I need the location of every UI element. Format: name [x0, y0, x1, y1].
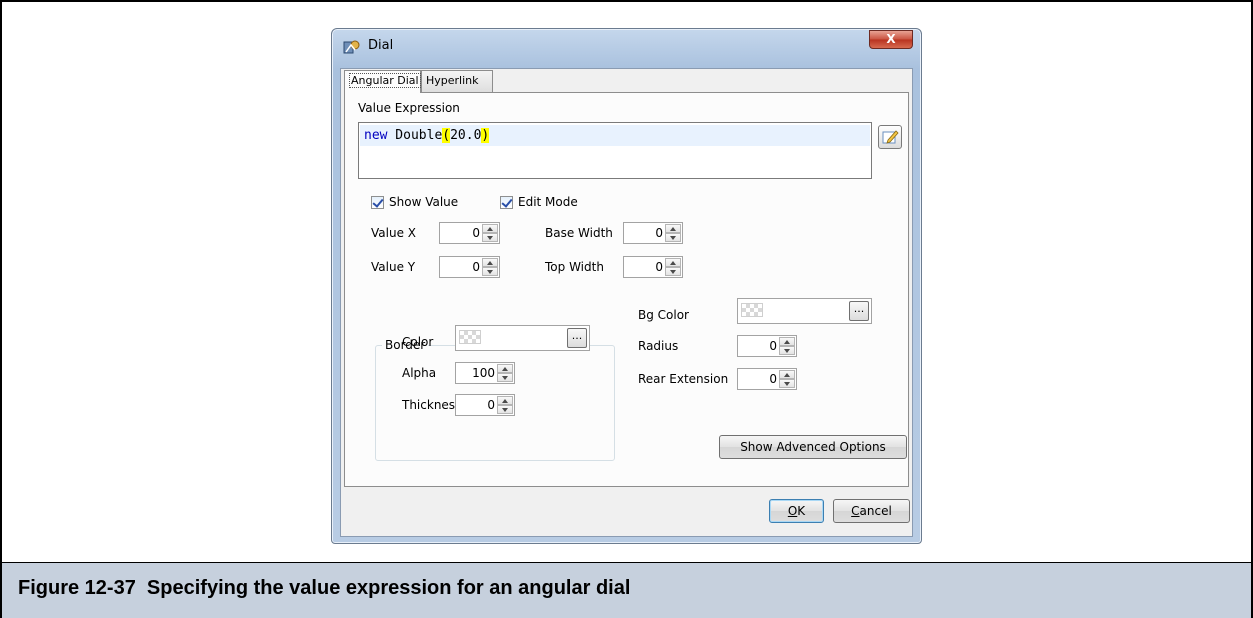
tab-angular-dial[interactable]: Angular Dial [344, 70, 421, 93]
close-icon: X [886, 32, 896, 46]
dial-app-icon [343, 40, 360, 54]
ok-label: K [797, 504, 806, 518]
bg-color-browse-button[interactable]: ... [849, 301, 869, 321]
ok-button[interactable]: OK [769, 499, 824, 523]
bg-color-label: Bg Color [638, 308, 689, 322]
cancel-button[interactable]: Cancel [833, 499, 910, 523]
radius-value: 0 [769, 339, 777, 353]
rear-extension-label: Rear Extension [638, 372, 729, 386]
spin-down-icon[interactable] [497, 373, 513, 382]
cancel-label: ancel [859, 504, 892, 518]
expression-line: new Double(20.0) [360, 125, 870, 146]
thickness-spinner[interactable]: 0 [455, 394, 515, 416]
top-width-spinner[interactable]: 0 [623, 256, 683, 278]
value-y-spinner[interactable]: 0 [439, 256, 500, 278]
value-x-spinner[interactable]: 0 [439, 222, 500, 244]
spin-up-icon[interactable] [665, 224, 681, 233]
expression-keyword: new [364, 128, 388, 143]
close-button[interactable]: X [869, 30, 913, 49]
edit-mode-label: Edit Mode [518, 195, 578, 209]
cancel-mnemonic: C [851, 504, 860, 518]
expression-close-paren: ) [481, 128, 490, 143]
spin-down-icon[interactable] [779, 346, 795, 355]
spin-up-icon[interactable] [497, 396, 513, 405]
bg-color-field[interactable]: ... [737, 298, 872, 324]
tab-hyperlink-label: Hyperlink [426, 74, 479, 87]
alpha-value: 100 [472, 366, 495, 380]
top-width-label: Top Width [545, 260, 604, 274]
radius-label: Radius [638, 339, 679, 353]
window-title: Dial [368, 38, 394, 53]
thickness-value: 0 [487, 398, 495, 412]
spin-down-icon[interactable] [665, 267, 681, 276]
alpha-label: Alpha [402, 366, 437, 380]
top-width-value: 0 [655, 260, 663, 274]
tab-hyperlink[interactable]: Hyperlink [421, 70, 493, 92]
spin-down-icon[interactable] [779, 379, 795, 388]
spin-up-icon[interactable] [665, 258, 681, 267]
value-expression-editor[interactable]: new Double(20.0) [358, 122, 872, 179]
expression-class: Double [387, 128, 443, 143]
border-color-field[interactable]: ... [455, 325, 590, 351]
expression-argument: 20.0 [450, 128, 482, 143]
value-y-value: 0 [472, 260, 480, 274]
dial-dialog: Dial X Angular Dial Hyperlink Value Expr… [331, 28, 922, 544]
radius-spinner[interactable]: 0 [737, 335, 797, 357]
pencil-icon [882, 130, 899, 144]
title-bar[interactable]: Dial X [332, 29, 921, 61]
expression-open-paren: ( [442, 128, 451, 143]
show-value-label: Show Value [389, 195, 459, 209]
dialog-client-area: Angular Dial Hyperlink Value Expression … [340, 68, 913, 537]
edit-expression-button[interactable] [878, 125, 902, 149]
value-x-label: Value X [371, 226, 416, 240]
rear-extension-spinner[interactable]: 0 [737, 368, 797, 390]
spin-down-icon[interactable] [482, 267, 498, 276]
thickness-label: Thickness [402, 398, 462, 412]
color-swatch [459, 330, 481, 344]
spin-up-icon[interactable] [482, 258, 498, 267]
spin-down-icon[interactable] [497, 405, 513, 414]
edit-mode-checkbox[interactable] [500, 196, 513, 209]
spin-down-icon[interactable] [482, 233, 498, 242]
spin-up-icon[interactable] [497, 364, 513, 373]
base-width-spinner[interactable]: 0 [623, 222, 683, 244]
angular-dial-panel: Value Expression new Double(20.0) Show V… [344, 92, 909, 487]
show-advanced-options-button[interactable]: Show Advenced Options [719, 435, 907, 459]
spin-down-icon[interactable] [665, 233, 681, 242]
alpha-spinner[interactable]: 100 [455, 362, 515, 384]
tab-angular-dial-label: Angular Dial [349, 73, 421, 88]
figure-caption-bar: Figure 12-37 Specifying the value expres… [0, 562, 1253, 618]
spin-up-icon[interactable] [779, 337, 795, 346]
show-value-checkbox[interactable] [371, 196, 384, 209]
figure-caption: Figure 12-37 Specifying the value expres… [18, 577, 631, 599]
border-color-label: Color [402, 335, 434, 349]
value-x-value: 0 [472, 226, 480, 240]
spin-up-icon[interactable] [779, 370, 795, 379]
ok-mnemonic: O [787, 504, 798, 518]
base-width-label: Base Width [545, 226, 613, 240]
base-width-value: 0 [655, 226, 663, 240]
rear-extension-value: 0 [769, 372, 777, 386]
spin-up-icon[interactable] [482, 224, 498, 233]
border-color-browse-button[interactable]: ... [567, 328, 587, 348]
value-y-label: Value Y [371, 260, 416, 274]
color-swatch [741, 303, 763, 317]
value-expression-label: Value Expression [358, 101, 460, 115]
